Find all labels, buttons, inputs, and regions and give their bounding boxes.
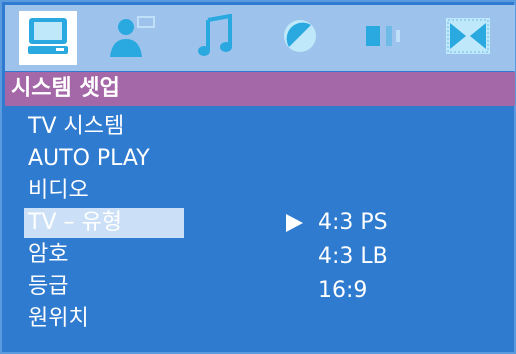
speaker-icon	[362, 18, 406, 58]
music-note-icon	[196, 13, 236, 62]
speaker-person-icon	[106, 13, 158, 63]
tab-video[interactable]	[271, 11, 329, 65]
tab-speaker-settings[interactable]	[355, 11, 413, 65]
option-16-9[interactable]: 16:9	[286, 274, 426, 308]
menu-item-rating[interactable]: 등급	[24, 272, 184, 302]
tab-dolby[interactable]	[439, 11, 497, 65]
menu-item-reset[interactable]: 원위치	[24, 304, 184, 334]
menu-item-password[interactable]: 암호	[24, 240, 184, 270]
tab-system[interactable]	[19, 11, 77, 65]
tab-bar	[5, 5, 515, 71]
osd-menu-window: 시스템 셋업 TV 시스템 AUTO PLAY 비디오 TV – 유형 암호 등…	[0, 0, 516, 354]
tab-speaker[interactable]	[103, 11, 161, 65]
option-4-3-lb[interactable]: 4:3 LB	[286, 240, 426, 274]
menu-item-video[interactable]: 비디오	[24, 176, 184, 206]
option-4-3-ps[interactable]: 4:3 PS	[286, 206, 426, 240]
half-circle-icon	[280, 16, 320, 60]
title-bar: 시스템 셋업	[5, 72, 515, 106]
option-label: 16:9	[318, 278, 368, 303]
monitor-icon	[26, 16, 70, 60]
menu-item-auto-play[interactable]: AUTO PLAY	[24, 144, 184, 174]
option-label: 4:3 PS	[318, 210, 388, 235]
menu-item-tv-system[interactable]: TV 시스템	[24, 112, 184, 142]
page-title: 시스템 셋업	[11, 76, 120, 101]
dolby-icon	[444, 15, 492, 61]
selection-arrow-icon	[286, 214, 303, 232]
option-label: 4:3 LB	[318, 244, 388, 269]
tab-audio[interactable]	[187, 11, 245, 65]
menu-item-tv-type[interactable]: TV – 유형	[24, 208, 184, 238]
